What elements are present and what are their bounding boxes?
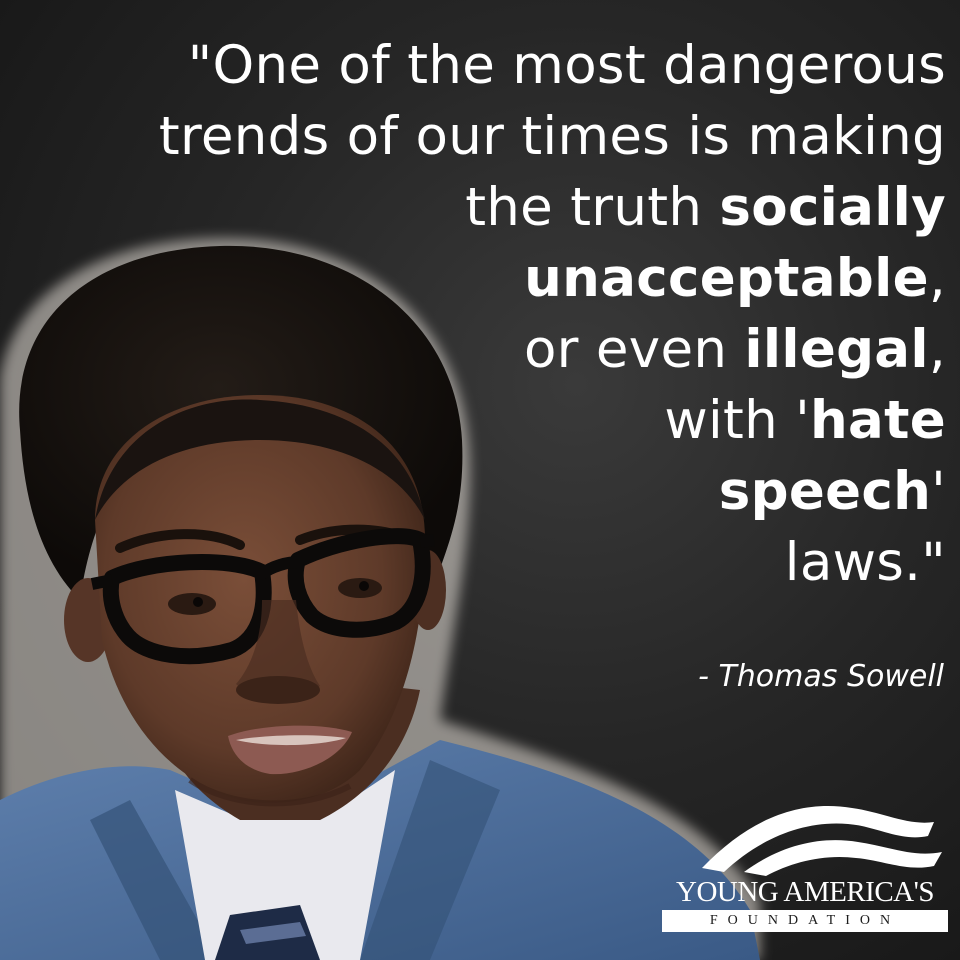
- quote-line: "One of the most dangerous: [16, 30, 946, 101]
- quote-segment: with ': [664, 390, 811, 451]
- quote-segment: laws.": [784, 532, 946, 593]
- quote-line: unacceptable,: [16, 243, 946, 314]
- quote-line: speech': [16, 456, 946, 527]
- quote-segment: "One of the most dangerous: [187, 35, 946, 96]
- quote-segment: ,: [928, 248, 946, 309]
- quote-segment: ': [931, 461, 946, 522]
- quote-line: the truth socially: [16, 172, 946, 243]
- quote-attribution: - Thomas Sowell: [698, 659, 944, 694]
- quote-emphasis: speech: [718, 461, 932, 522]
- quote-emphasis: illegal: [744, 319, 929, 380]
- logo-name: YOUNG AMERICA'S: [676, 876, 934, 908]
- quote-segment: trends of our times is making: [158, 106, 946, 167]
- quote-line: or even illegal,: [16, 314, 946, 385]
- quote-segment: or even: [523, 319, 745, 380]
- quote-emphasis: socially: [719, 177, 946, 238]
- quote-text: "One of the most dangerous trends of our …: [16, 30, 946, 598]
- quote-card: "One of the most dangerous trends of our …: [0, 0, 960, 960]
- quote-line: trends of our times is making: [16, 101, 946, 172]
- quote-emphasis: unacceptable: [524, 248, 929, 309]
- waving-flag-icon: [702, 806, 942, 876]
- logo-subtitle: FOUNDATION: [662, 910, 948, 932]
- quote-segment: the truth: [465, 177, 720, 238]
- young-americas-foundation-logo: YOUNG AMERICA'S FOUNDATION: [662, 796, 948, 936]
- quote-line: with 'hate: [16, 385, 946, 456]
- quote-emphasis: hate: [810, 390, 946, 451]
- quote-line: laws.": [16, 527, 946, 598]
- quote-segment: ,: [928, 319, 946, 380]
